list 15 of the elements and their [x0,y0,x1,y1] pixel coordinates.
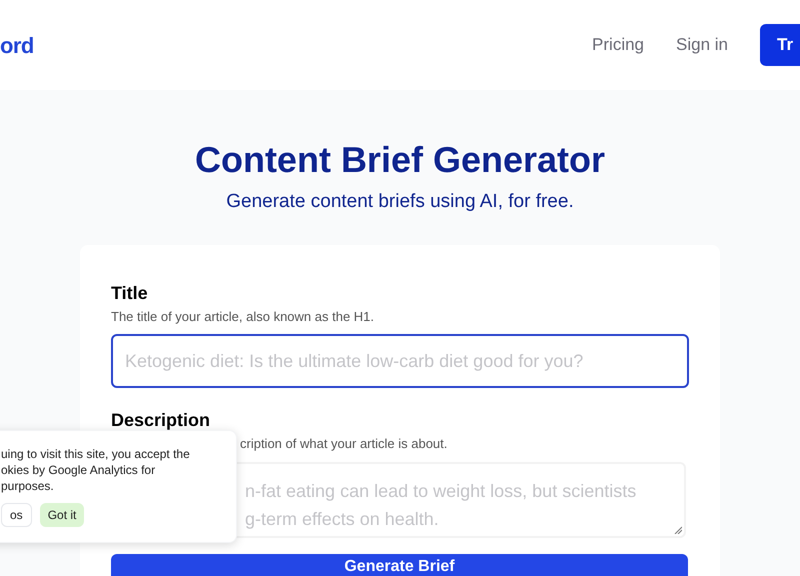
nav-link[interactable]: Sign in [676,32,728,58]
field-hint: The title of your article, also known as the H1. [111,308,376,326]
got-it-button[interactable]: Got it [40,503,84,527]
field-label: Title [111,282,149,304]
page-title: Content Brief Generator [194,140,606,180]
title-input[interactable]: Ketogenic diet: Is the ultimate low-carb diet good for you? [111,334,689,388]
nav-link[interactable]: Pricing [592,32,644,58]
generate-brief-button[interactable]: Generate Brief [111,554,688,576]
logo[interactable]: ord [0,28,34,62]
page-subtitle: Generate content briefs using AI, for free. [226,190,574,214]
field-hint: cription of what your article is about. [239,435,448,453]
resize-handle-icon[interactable] [674,526,682,534]
more-info-button[interactable]: os [1,503,32,527]
field-label: Description [111,409,212,432]
try-button[interactable]: Tr [760,24,800,66]
